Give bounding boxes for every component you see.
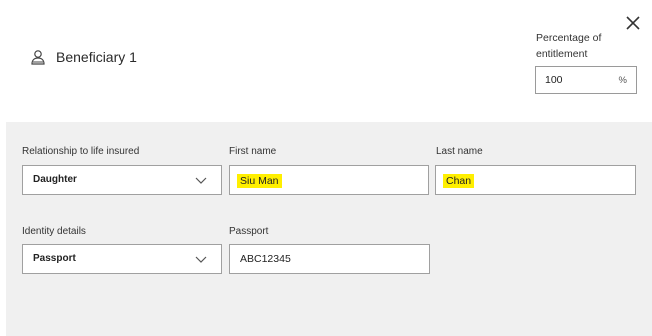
first-name-label: First name (229, 146, 277, 157)
beneficiary-form: Relationship to life insured Daughter Fi… (6, 122, 652, 336)
percentage-input[interactable]: 100 % (535, 66, 637, 94)
chevron-down-icon (195, 256, 207, 263)
identity-value: Passport (33, 253, 76, 264)
relationship-value: Daughter (33, 174, 77, 185)
person-icon (31, 50, 45, 65)
last-name-label: Last name (436, 146, 483, 157)
close-icon (626, 16, 640, 30)
beneficiary-title-row: Beneficiary 1 (30, 46, 137, 68)
identity-label: Identity details (22, 226, 86, 237)
passport-value: ABC12345 (240, 253, 291, 265)
percentage-label: Percentage of entitlement (536, 30, 616, 62)
beneficiary-header: Beneficiary 1 Percentage of entitlement … (0, 0, 652, 122)
beneficiary-title: Beneficiary 1 (56, 49, 137, 65)
percentage-value: 100 (545, 74, 563, 86)
percentage-label-line2: entitlement (536, 48, 588, 60)
percentage-label-line1: Percentage of (536, 32, 602, 44)
percentage-unit: % (618, 75, 627, 86)
chevron-down-icon (195, 177, 207, 184)
last-name-value: Chan (443, 174, 475, 188)
last-name-field[interactable]: Chan (435, 165, 636, 195)
identity-select[interactable]: Passport (22, 244, 222, 274)
passport-field[interactable]: ABC12345 (229, 244, 430, 274)
relationship-label: Relationship to life insured (22, 146, 140, 157)
first-name-value: Siu Man (237, 174, 282, 188)
first-name-field[interactable]: Siu Man (229, 165, 429, 195)
passport-label: Passport (229, 226, 269, 237)
relationship-select[interactable]: Daughter (22, 165, 222, 195)
close-button[interactable] (622, 12, 644, 34)
